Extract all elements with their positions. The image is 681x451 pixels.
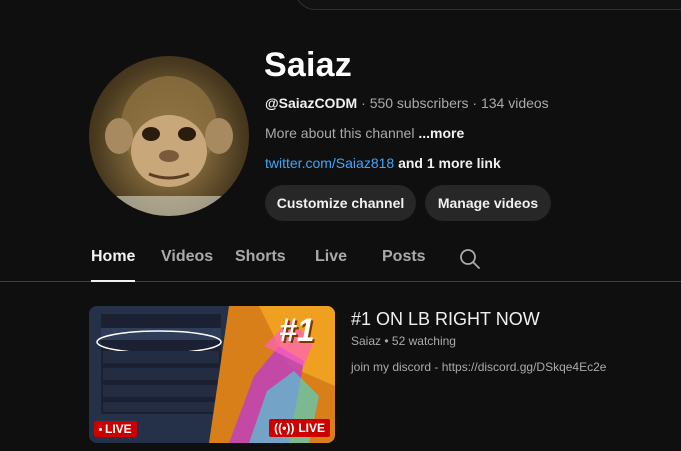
about-more-link[interactable]: ...more	[418, 125, 464, 141]
live-dot-icon	[99, 427, 102, 431]
channel-about[interactable]: More about this channel ...more	[265, 125, 464, 141]
video-meta: Saiaz • 52 watching	[351, 334, 456, 348]
channel-name: Saiaz	[264, 46, 352, 84]
channel-page: Saiaz @SaiazCODM · 550 subscribers · 134…	[0, 0, 681, 451]
channel-links: twitter.com/Saiaz818 and 1 more link	[265, 155, 501, 171]
live-label: LIVE	[298, 421, 325, 435]
search-bar[interactable]	[295, 0, 681, 10]
channel-meta: @SaiazCODM · 550 subscribers · 134 video…	[265, 95, 549, 111]
tab-videos[interactable]: Videos	[161, 248, 213, 282]
meta-separator: ·	[361, 95, 370, 111]
channel-handle: @SaiazCODM	[265, 95, 358, 111]
video-thumbnail[interactable]: #1 LIVE ((•)) LIVE	[89, 306, 335, 443]
tab-label: Live	[315, 248, 348, 265]
active-tab-indicator	[91, 280, 136, 282]
video-title[interactable]: #1 ON LB RIGHT NOW	[351, 309, 540, 330]
live-badge: LIVE	[94, 421, 137, 437]
live-badge-overlay: ((•)) LIVE	[269, 419, 330, 437]
video-description: join my discord - https://discord.gg/DSk…	[351, 360, 607, 374]
tab-label: Videos	[161, 248, 214, 265]
avatar-image	[89, 76, 249, 216]
more-links-button[interactable]: and 1 more link	[398, 155, 501, 171]
tab-home[interactable]: Home	[91, 248, 136, 282]
tab-label: Shorts	[235, 248, 286, 265]
video-count: 134 videos	[480, 95, 549, 111]
search-icon[interactable]	[458, 247, 482, 271]
tab-label: Posts	[382, 248, 426, 265]
tab-live[interactable]: Live	[315, 248, 347, 282]
channel-avatar[interactable]	[89, 56, 249, 216]
live-label: LIVE	[105, 422, 132, 436]
tab-posts[interactable]: Posts	[382, 248, 426, 282]
manage-videos-button[interactable]: Manage videos	[425, 185, 551, 221]
subscriber-count: 550 subscribers	[369, 95, 469, 111]
tab-label: Home	[91, 248, 136, 265]
watching-count: 52 watching	[391, 334, 456, 348]
twitter-link[interactable]: twitter.com/Saiaz818	[265, 155, 394, 171]
meta-separator: ·	[472, 95, 481, 111]
meta-separator: •	[384, 334, 392, 348]
video-channel-name[interactable]: Saiaz	[351, 334, 381, 348]
broadcast-icon: ((•))	[274, 421, 295, 435]
customize-channel-button[interactable]: Customize channel	[265, 185, 416, 221]
tab-shorts[interactable]: Shorts	[235, 248, 286, 282]
thumbnail-title-text: #1	[279, 312, 315, 348]
about-text: More about this channel	[265, 125, 415, 141]
channel-tabs: Home Videos Shorts Live Posts	[0, 238, 681, 282]
